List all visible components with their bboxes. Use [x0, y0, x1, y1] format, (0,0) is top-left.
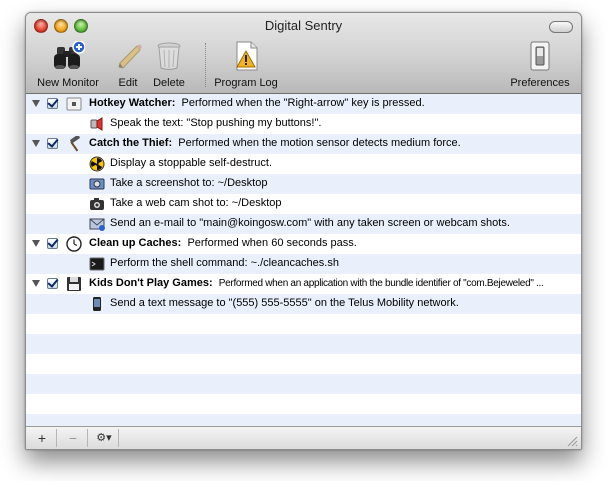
mail-icon	[89, 218, 105, 231]
delete-button[interactable]: Delete	[148, 39, 190, 91]
log-document-warning-icon	[236, 41, 258, 71]
disclosure-triangle[interactable]	[32, 100, 40, 107]
action-row-self-destruct[interactable]: Display a stoppable self-destruct.	[26, 154, 581, 174]
disclosure-triangle[interactable]	[32, 280, 40, 287]
monitor-title: Catch the Thief:	[89, 137, 173, 149]
action-menu-button[interactable]: ⚙▾	[90, 429, 119, 447]
terminal-icon	[89, 257, 105, 271]
action-row-text-message[interactable]: Send a text message to "(555) 555-5555" …	[26, 294, 581, 314]
remove-button[interactable]: −	[59, 429, 88, 447]
bottom-bar: + − ⚙▾	[26, 426, 581, 449]
pencil-icon	[118, 44, 142, 69]
add-button[interactable]: +	[28, 429, 57, 447]
monitor-text: Hotkey Watcher: Performed when the "Righ…	[89, 97, 425, 109]
keyboard-icon	[66, 97, 82, 111]
speech-icon	[90, 117, 103, 131]
enable-checkbox[interactable]	[47, 138, 58, 149]
edit-label: Edit	[118, 77, 138, 89]
app-window: Digital Sentry New Monitor Edit Delete P…	[25, 12, 582, 450]
monitor-row-hotkey-watcher[interactable]: Hotkey Watcher: Performed when the "Righ…	[26, 94, 581, 114]
monitor-title: Clean up Caches:	[89, 237, 182, 249]
delete-label: Delete	[153, 77, 185, 89]
preferences-label: Preferences	[510, 77, 570, 89]
clock-icon	[66, 236, 82, 252]
screenshot-icon	[89, 178, 105, 190]
action-text: Send an e-mail to "main@koingosw.com" wi…	[110, 217, 510, 229]
toolbar-toggle-button[interactable]	[549, 21, 573, 33]
monitor-description: Performed when 60 seconds pass.	[187, 237, 357, 249]
floppy-icon	[67, 277, 81, 291]
disclosure-triangle[interactable]	[32, 240, 40, 247]
enable-checkbox[interactable]	[47, 278, 58, 289]
binoculars-icon	[54, 41, 85, 69]
monitor-description: Performed when the "Right-arrow" key is …	[181, 97, 425, 109]
titlebar: Digital Sentry New Monitor Edit Delete P…	[26, 13, 581, 94]
monitor-row-kids-dont-play-games[interactable]: Kids Don't Play Games: Performed when an…	[26, 274, 581, 294]
disclosure-triangle[interactable]	[32, 140, 40, 147]
action-row-shell-command[interactable]: Perform the shell command: ~./cleancache…	[26, 254, 581, 274]
program-log-button[interactable]: Program Log	[210, 39, 282, 91]
action-row-email[interactable]: Send an e-mail to "main@koingosw.com" wi…	[26, 214, 581, 234]
action-row-screenshot[interactable]: Take a screenshot to: ~/Desktop	[26, 174, 581, 194]
monitor-text: Clean up Caches: Performed when 60 secon…	[89, 237, 357, 249]
monitor-description: Performed when the motion sensor detects…	[178, 137, 461, 149]
action-text: Send a text message to "(555) 555-5555" …	[110, 297, 459, 309]
new-monitor-label: New Monitor	[37, 77, 99, 89]
trash-icon	[157, 42, 181, 70]
action-text: Take a screenshot to: ~/Desktop	[110, 177, 268, 189]
resize-grip-icon[interactable]	[566, 435, 578, 447]
action-text: Display a stoppable self-destruct.	[110, 157, 273, 169]
action-text: Take a web cam shot to: ~/Desktop	[110, 197, 282, 209]
toolbar-separator	[205, 43, 206, 87]
window-title: Digital Sentry	[264, 18, 343, 33]
monitor-text: Kids Don't Play Games: Performed when an…	[89, 277, 544, 289]
action-row-speak[interactable]: Speak the text: "Stop pushing my buttons…	[26, 114, 581, 134]
monitor-text: Catch the Thief: Performed when the moti…	[89, 137, 461, 149]
enable-checkbox[interactable]	[47, 98, 58, 109]
hammer-icon	[70, 136, 80, 152]
edit-button[interactable]: Edit	[110, 39, 146, 91]
monitor-title: Hotkey Watcher:	[89, 97, 176, 109]
phone-icon	[93, 297, 101, 311]
program-log-label: Program Log	[214, 77, 278, 89]
monitor-outline-list[interactable]: Hotkey Watcher: Performed when the "Righ…	[26, 94, 581, 426]
new-monitor-button[interactable]: New Monitor	[32, 39, 104, 91]
preferences-button[interactable]: Preferences	[504, 39, 576, 91]
light-switch-icon	[530, 41, 550, 71]
enable-checkbox[interactable]	[47, 238, 58, 249]
action-text: Perform the shell command: ~./cleancache…	[110, 257, 339, 269]
camera-icon	[90, 198, 104, 210]
monitor-row-clean-up-caches[interactable]: Clean up Caches: Performed when 60 secon…	[26, 234, 581, 254]
action-text: Speak the text: "Stop pushing my buttons…	[110, 117, 322, 129]
action-row-webcam[interactable]: Take a web cam shot to: ~/Desktop	[26, 194, 581, 214]
monitor-description: Performed when an application with the b…	[218, 278, 544, 289]
monitor-title: Kids Don't Play Games:	[89, 277, 213, 289]
radiation-icon	[89, 156, 105, 172]
monitor-row-catch-the-thief[interactable]: Catch the Thief: Performed when the moti…	[26, 134, 581, 154]
